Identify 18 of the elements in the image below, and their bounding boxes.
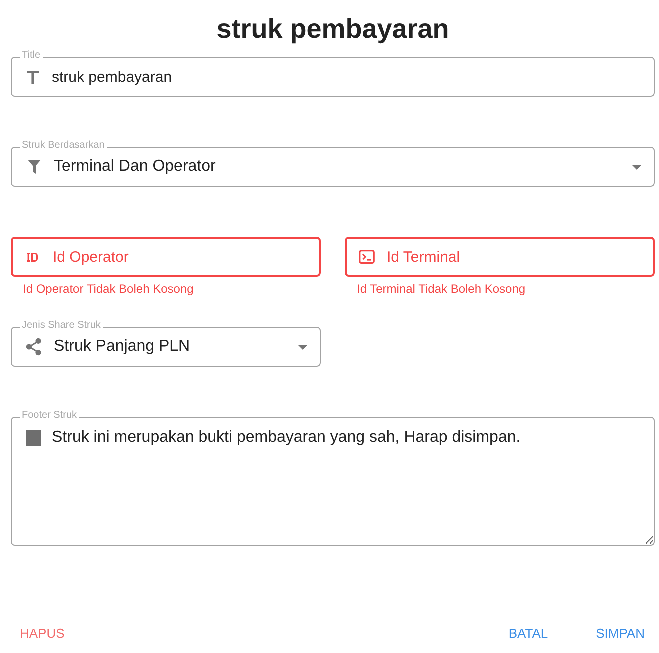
filter-icon	[28, 160, 40, 174]
caret-icon	[298, 344, 308, 350]
text-area[interactable]: Struk ini merupakan bukti pembayaran yang sah, Harap disimpan.	[11, 417, 655, 546]
text-field[interactable]: Id Operator	[11, 237, 321, 277]
terminal-icon	[359, 249, 375, 265]
text-icon	[27, 70, 39, 84]
text-field[interactable]: Id Terminal	[345, 237, 655, 277]
dropdown-field[interactable]: Terminal Dan Operator	[11, 147, 655, 187]
caret-icon	[632, 164, 642, 170]
selected-value: Struk Panjang PLN	[54, 338, 192, 356]
error-message: Id Terminal Tidak Boleh Kosong	[357, 281, 527, 297]
selected-value: Terminal Dan Operator	[54, 158, 217, 176]
id-icon	[27, 252, 39, 262]
dropdown-field[interactable]: Struk Panjang PLN	[11, 327, 321, 367]
share-icon	[26, 338, 42, 356]
error-message: Id Operator Tidak Boleh Kosong	[23, 281, 195, 297]
text-field[interactable]: struk pembayaran	[11, 57, 655, 97]
page-title: struk pembayaran	[216, 13, 450, 46]
